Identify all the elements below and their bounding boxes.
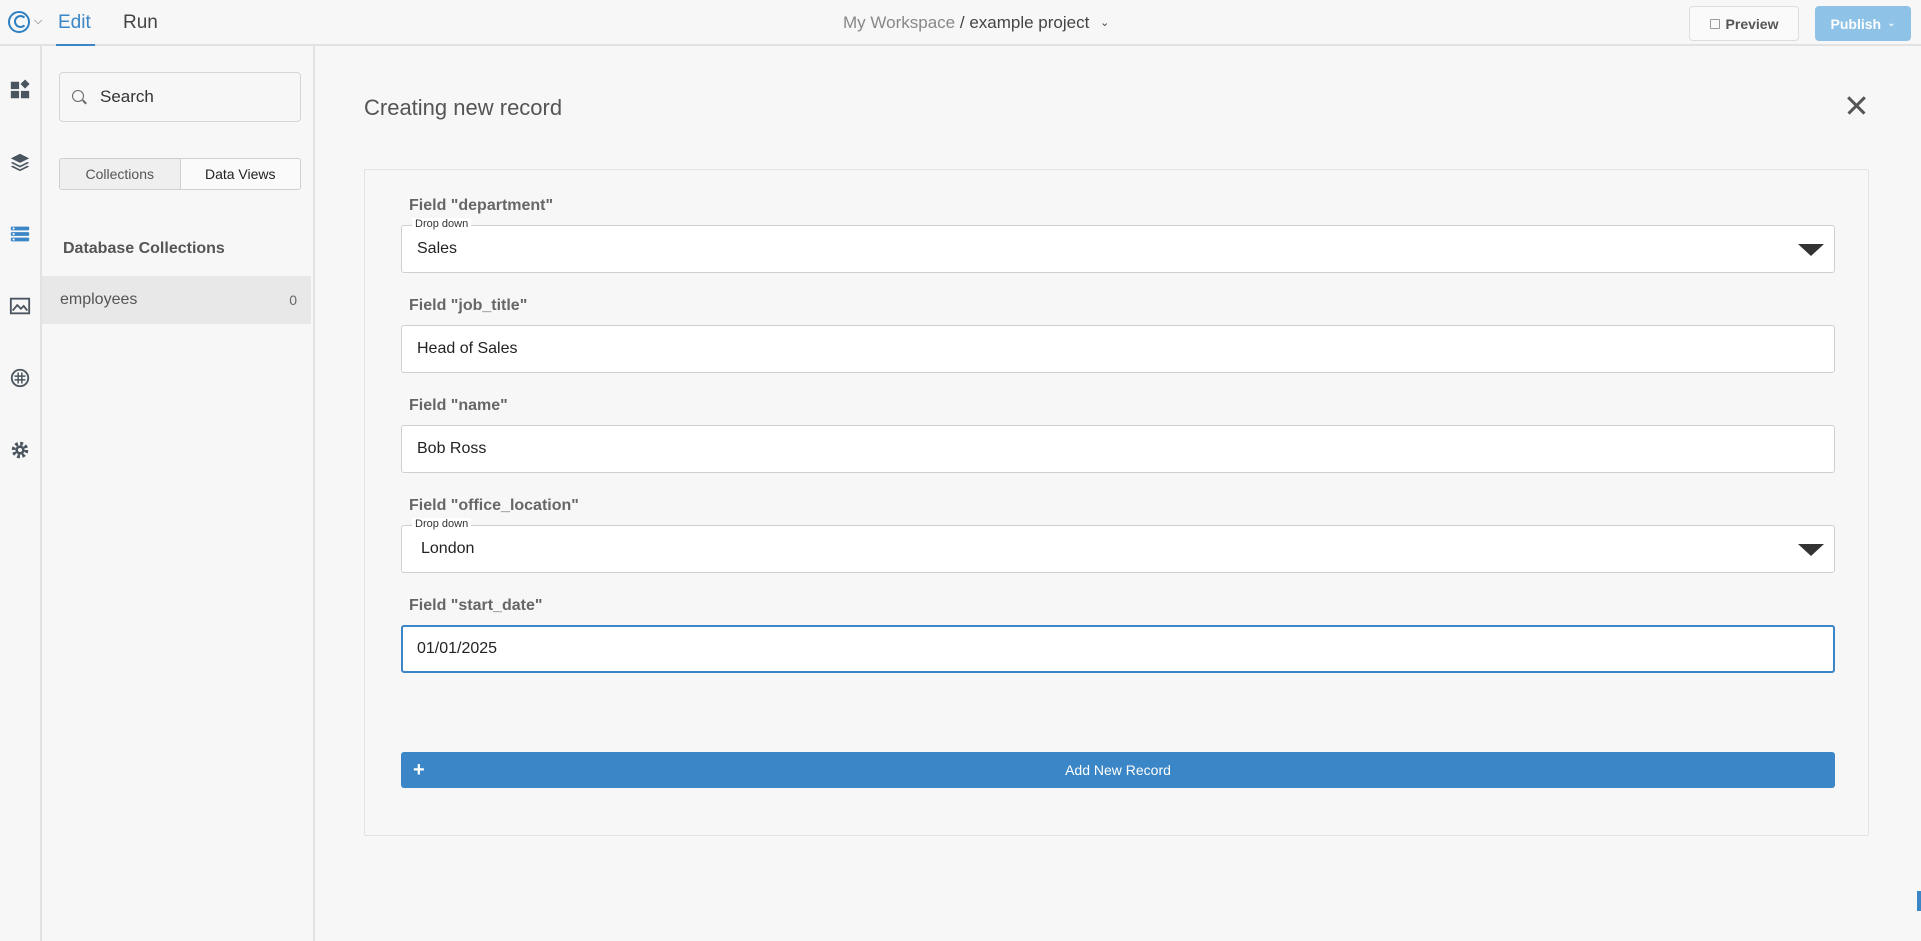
caret-down-icon [1798,544,1824,556]
start-date-field-box [401,625,1835,673]
dropdown-legend: Drop down [412,218,472,230]
office-location-dropdown[interactable]: Drop down London [401,518,1835,573]
name-field[interactable] [417,437,1807,461]
database-icon[interactable] [8,222,32,246]
preview-icon [1709,18,1720,29]
segment-data-views[interactable]: Data Views [179,159,300,189]
add-new-record-button[interactable]: + Add New Record [401,752,1835,788]
job-title-field-box [401,325,1835,373]
breadcrumb-workspace[interactable]: My Workspace [843,13,955,32]
department-dropdown[interactable]: Drop down Sales [401,218,1835,273]
preview-button[interactable]: Preview [1689,6,1799,41]
job-title-field[interactable] [417,337,1807,361]
search-box[interactable] [59,72,301,122]
page-title: Creating new record [364,95,563,120]
scroll-indicator [1917,891,1921,911]
sidebar: Collections Data Views Database Collecti… [42,46,315,941]
tab-edit[interactable]: Edit [56,12,95,47]
department-value: Sales [417,240,458,257]
breadcrumb[interactable]: My Workspace / example project ⌄ [843,13,1109,33]
chevron-down-icon[interactable]: ⌄ [1100,17,1109,29]
field-label-name: Field "name" [409,397,508,414]
section-title: Database Collections [63,240,225,257]
name-field-box [401,425,1835,473]
chevron-down-icon[interactable]: ⌵ [34,15,42,28]
top-bar: ⌵ Edit Run My Workspace / example projec… [0,0,1921,47]
field-label-job-title: Field "job_title" [409,297,528,314]
gear-icon[interactable] [8,438,32,462]
api-icon[interactable] [8,366,32,390]
publish-label: Publish [1830,15,1882,32]
app-logo-icon[interactable] [8,11,30,33]
record-form: Field "department" Drop down Sales Field… [364,169,1869,836]
publish-button[interactable]: Publish ⌄ [1815,6,1911,41]
add-new-record-label: Add New Record [1065,762,1171,778]
dashboard-icon[interactable] [8,78,32,102]
start-date-field[interactable] [417,637,1807,661]
layers-icon[interactable] [8,150,32,174]
app-window: ⌵ Edit Run My Workspace / example projec… [0,0,1921,941]
office-location-value: London [421,540,475,557]
main-panel: Creating new record Field "department" D… [317,46,1921,941]
search-icon [72,90,84,102]
close-icon[interactable] [1844,94,1868,118]
chevron-down-icon: ⌄ [1887,18,1896,29]
breadcrumb-separator: / [959,13,965,32]
image-icon[interactable] [8,294,32,318]
collection-name: employees [60,291,138,308]
dropdown-legend: Drop down [412,518,472,530]
collection-count: 0 [289,292,297,308]
field-label-department: Field "department" [409,197,554,214]
field-label-start-date: Field "start_date" [409,597,543,614]
field-label-office-location: Field "office_location" [409,497,579,514]
tab-run[interactable]: Run [123,12,158,34]
segmented-control: Collections Data Views [59,158,301,190]
list-item[interactable]: employees 0 [42,276,311,324]
plus-icon: + [413,759,425,781]
search-input[interactable] [100,85,290,109]
icon-rail [0,46,42,941]
segment-collections[interactable]: Collections [60,159,180,189]
preview-label: Preview [1725,15,1779,32]
breadcrumb-project[interactable]: example project [969,13,1089,32]
caret-down-icon [1798,244,1824,256]
